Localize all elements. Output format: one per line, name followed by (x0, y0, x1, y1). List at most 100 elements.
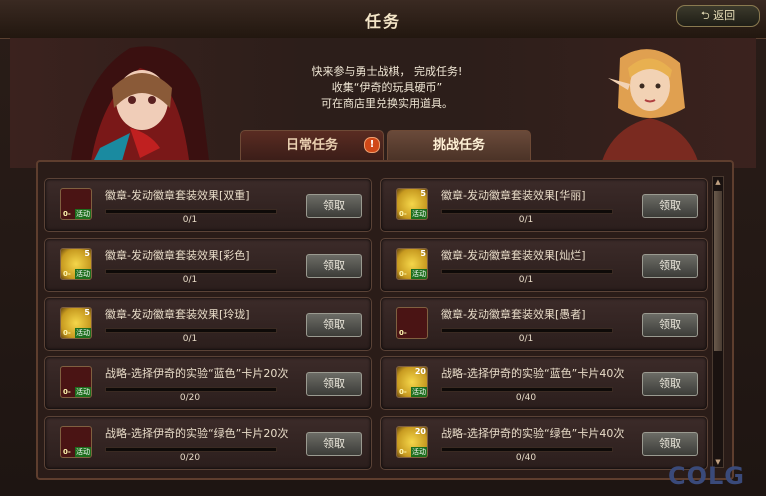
progress-bar (441, 387, 613, 392)
task-row: 5 0- 活动 徽章-发动徽章套装效果[华丽] 0/1 领取 (380, 178, 708, 232)
elf-woman-portrait (600, 49, 700, 168)
reward-corner-label: 0- (399, 329, 407, 337)
reward-box-icon: 0- (396, 307, 428, 339)
claim-button[interactable]: 领取 (306, 313, 362, 337)
reward-count: 20 (414, 367, 426, 376)
progress-bar (441, 269, 613, 274)
reward-corner-label: 0- (399, 270, 407, 278)
progress-bar (105, 269, 277, 274)
progress-text: 0/1 (518, 275, 534, 285)
progress-bar (105, 328, 277, 333)
event-tag: 活动 (75, 209, 91, 219)
claim-button[interactable]: 领取 (642, 194, 698, 218)
gold-coin-icon: 20 0- 活动 (396, 366, 428, 398)
alert-icon: ! (364, 137, 380, 153)
back-arrow-icon: ⮌ (700, 9, 710, 22)
task-row: 20 0- 活动 战略-选择伊奇的实验“绿色”卡片40次 0/40 领取 (380, 416, 708, 470)
gold-coin-icon: 5 0- 活动 (60, 307, 92, 339)
event-tag: 活动 (411, 209, 427, 219)
event-intro: 快来参与勇士战棋， 完成任务! 收集“伊奇的玩具硬币” 可在商店里兑换实用道具。 (292, 64, 482, 112)
task-name: 徽章-发动徽章套装效果[双重] (105, 189, 250, 202)
task-row: 0- 活动 战略-选择伊奇的实验“蓝色”卡片20次 0/20 领取 (44, 356, 372, 410)
back-button[interactable]: ⮌ 返回 (676, 5, 760, 27)
reward-count: 5 (420, 189, 426, 198)
task-name: 徽章-发动徽章套装效果[彩色] (105, 249, 250, 262)
claim-button[interactable]: 领取 (306, 194, 362, 218)
progress-text: 0/1 (182, 334, 198, 344)
task-name: 战略-选择伊奇的实验“绿色”卡片20次 (105, 427, 289, 440)
tab-daily-tasks[interactable]: 日常任务 (240, 130, 384, 161)
reward-count: 5 (84, 249, 90, 258)
task-row: 5 0- 活动 徽章-发动徽章套装效果[灿烂] 0/1 领取 (380, 238, 708, 292)
reward-corner-label: 0- (63, 270, 71, 278)
event-tag: 活动 (411, 447, 427, 457)
task-name: 徽章-发动徽章套装效果[愚者] (441, 308, 586, 321)
title-bar: 任务 ⮌ 返回 (0, 0, 766, 39)
claim-button[interactable]: 领取 (306, 432, 362, 456)
tab-daily-label: 日常任务 (285, 138, 338, 153)
watermark-logo: COLG (668, 462, 746, 490)
progress-text: 0/20 (179, 393, 201, 403)
event-tag: 活动 (411, 387, 427, 397)
progress-bar (441, 209, 613, 214)
task-name: 战略-选择伊奇的实验“蓝色”卡片20次 (105, 367, 289, 380)
progress-text: 0/1 (182, 215, 198, 225)
task-name: 徽章-发动徽章套装效果[华丽] (441, 189, 586, 202)
reward-corner-label: 0- (63, 210, 71, 218)
progress-bar (441, 328, 613, 333)
task-row: 0- 活动 战略-选择伊奇的实验“绿色”卡片20次 0/20 领取 (44, 416, 372, 470)
claim-button[interactable]: 领取 (642, 432, 698, 456)
reward-corner-label: 0- (399, 388, 407, 396)
reward-count: 20 (414, 427, 426, 436)
progress-text: 0/1 (518, 334, 534, 344)
task-name: 徽章-发动徽章套装效果[玲珑] (105, 308, 250, 321)
task-name: 战略-选择伊奇的实验“蓝色”卡片40次 (441, 367, 625, 380)
intro-line-3: 可在商店里兑换实用道具。 (321, 97, 453, 110)
claim-button[interactable]: 领取 (642, 372, 698, 396)
reward-box-icon: 0- 活动 (60, 426, 92, 458)
intro-line-1: 快来参与勇士战棋， 完成任务! (311, 65, 463, 78)
task-row: 5 0- 活动 徽章-发动徽章套装效果[彩色] 0/1 领取 (44, 238, 372, 292)
scrollbar-thumb[interactable] (714, 191, 722, 351)
reward-corner-label: 0- (399, 448, 407, 456)
reward-count: 5 (420, 249, 426, 258)
progress-bar (105, 447, 277, 452)
gold-coin-icon: 5 0- 活动 (396, 248, 428, 280)
task-name: 徽章-发动徽章套装效果[灿烂] (441, 249, 586, 262)
progress-bar (105, 387, 277, 392)
task-row: 0- 徽章-发动徽章套装效果[愚者] 0/1 领取 (380, 297, 708, 351)
event-tag: 活动 (75, 269, 91, 279)
claim-button[interactable]: 领取 (306, 372, 362, 396)
progress-text: 0/40 (515, 393, 537, 403)
task-row: 20 0- 活动 战略-选择伊奇的实验“蓝色”卡片40次 0/40 领取 (380, 356, 708, 410)
reward-count: 5 (84, 308, 90, 317)
reward-corner-label: 0- (63, 388, 71, 396)
progress-bar (441, 447, 613, 452)
progress-text: 0/1 (518, 215, 534, 225)
event-tag: 活动 (75, 387, 91, 397)
event-tag: 活动 (411, 269, 427, 279)
intro-line-2: 收集“伊奇的玩具硬币” (331, 81, 443, 94)
task-row: 0- 活动 徽章-发动徽章套装效果[双重] 0/1 领取 (44, 178, 372, 232)
task-window: 任务 ⮌ 返回 快来参与勇士战棋， 完成任务! 收集“伊奇的玩具硬币” 可在商店… (0, 0, 766, 496)
reward-corner-label: 0- (63, 329, 71, 337)
gold-coin-icon: 5 0- 活动 (396, 188, 428, 220)
tab-challenge-tasks[interactable]: 挑战任务 (387, 130, 531, 161)
task-name: 战略-选择伊奇的实验“绿色”卡片40次 (441, 427, 625, 440)
progress-bar (105, 209, 277, 214)
progress-text: 0/1 (182, 275, 198, 285)
window-title: 任务 (364, 12, 401, 31)
tab-challenge-label: 挑战任务 (432, 138, 485, 153)
task-list-scrollbar[interactable]: ▲ ▼ (712, 176, 724, 468)
event-tag: 活动 (75, 447, 91, 457)
task-row: 5 0- 活动 徽章-发动徽章套装效果[玲珑] 0/1 领取 (44, 297, 372, 351)
reward-corner-label: 0- (399, 210, 407, 218)
reward-box-icon: 0- 活动 (60, 188, 92, 220)
claim-button[interactable]: 领取 (306, 254, 362, 278)
gold-coin-icon: 5 0- 活动 (60, 248, 92, 280)
claim-button[interactable]: 领取 (642, 313, 698, 337)
gold-coin-icon: 20 0- 活动 (396, 426, 428, 458)
claim-button[interactable]: 领取 (642, 254, 698, 278)
scroll-up-icon[interactable]: ▲ (713, 177, 723, 187)
reward-corner-label: 0- (63, 448, 71, 456)
